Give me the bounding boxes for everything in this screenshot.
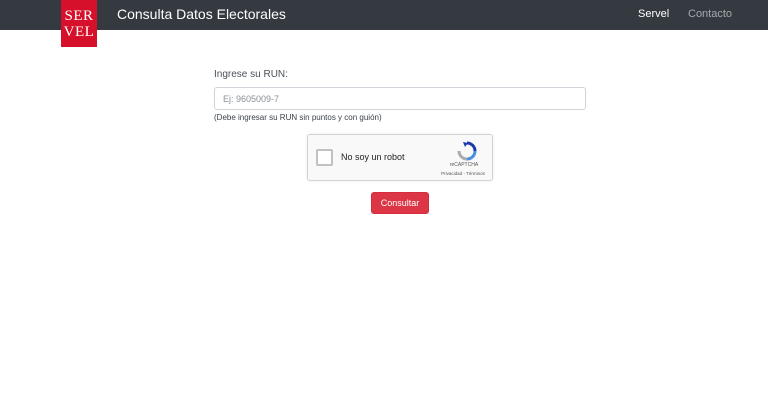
run-input[interactable] [214,87,586,110]
nav-link-servel[interactable]: Servel [638,7,669,21]
run-label: Ingrese su RUN: [214,69,288,80]
servel-logo[interactable]: SER VEL [61,0,97,47]
recaptcha-widget: No soy un robot reCAPTCHA Privacidad - T… [307,134,493,181]
nav-link-contacto[interactable]: Contacto [688,7,732,21]
consultar-button[interactable]: Consultar [371,192,429,214]
recaptcha-logo-icon [457,141,477,161]
captcha-label: No soy un robot [341,152,405,162]
logo-text-top: SER [64,7,94,24]
logo-text-bottom: VEL [63,23,95,40]
navbar: SER VEL Consulta Datos Electorales Serve… [0,0,768,47]
captcha-brand: reCAPTCHA [449,162,479,168]
brand-title[interactable]: Consulta Datos Electorales [117,6,286,22]
captcha-checkbox[interactable] [316,149,333,166]
captcha-privacy-links[interactable]: Privacidad - Términos [433,171,493,177]
run-help-text: (Debe ingresar su RUN sin puntos y con g… [214,113,382,122]
